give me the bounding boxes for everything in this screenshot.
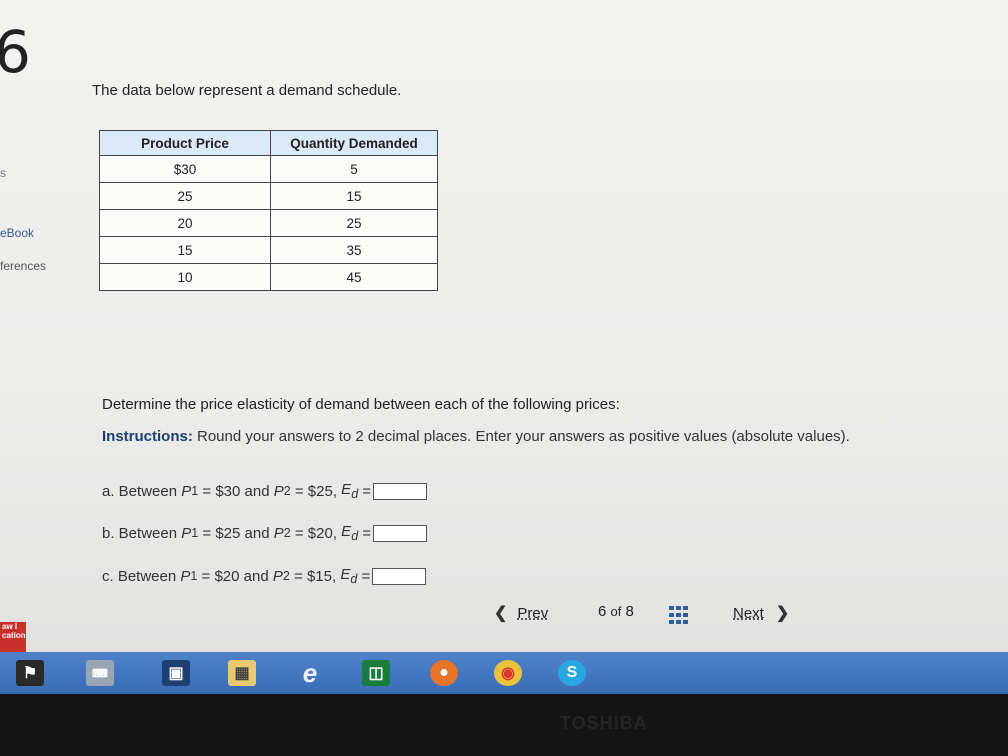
- instructions-text: Round your answers to 2 decimal places. …: [192, 428, 850, 445]
- question-b: b. Between P1 = $25 and P2 = $20, Ed =: [102, 523, 428, 543]
- answer-input-c[interactable]: [372, 567, 427, 585]
- question-number: 6: [0, 18, 31, 86]
- instructions-label: Instructions:: [102, 428, 193, 445]
- table-row: 15 35: [99, 236, 438, 264]
- next-button[interactable]: Next ❯: [733, 603, 789, 623]
- sidebar-item-s[interactable]: s: [0, 166, 6, 180]
- question-prompt: The data below represent a demand schedu…: [92, 82, 402, 99]
- chevron-right-icon: ❯: [775, 605, 790, 622]
- folder-icon[interactable]: ▦: [228, 660, 256, 686]
- table-row: $30 5: [99, 155, 438, 183]
- price-p2: $20: [307, 524, 333, 542]
- question-a: a. Between P1 = $30 and P2 = $25, Ed =: [102, 481, 428, 501]
- price-cell: 25: [99, 182, 271, 210]
- table-row: 20 25: [99, 209, 438, 237]
- header-quantity-demanded: Quantity Demanded: [270, 130, 438, 156]
- price-p1: $20: [214, 567, 240, 585]
- answer-input-a[interactable]: [373, 482, 428, 500]
- price-p1: $30: [215, 482, 241, 500]
- chrome-icon[interactable]: ◉: [494, 660, 522, 686]
- keyboard-icon[interactable]: ⌨: [86, 660, 114, 686]
- demand-schedule-table: Product Price Quantity Demanded $30 5 25…: [99, 130, 438, 291]
- header-product-price: Product Price: [99, 130, 271, 156]
- table-row: 25 15: [99, 182, 438, 210]
- quantity-cell: 25: [270, 209, 438, 237]
- prev-button[interactable]: ❮ Prev: [494, 603, 548, 623]
- price-p1: $25: [215, 524, 241, 542]
- skype-icon[interactable]: S: [558, 660, 586, 686]
- quantity-cell: 5: [270, 155, 438, 183]
- taskbar: ⚑ ⌨ ▣ ▦ e ◫ ● ◉ S: [0, 652, 1008, 694]
- price-cell: 20: [99, 209, 271, 237]
- price-p2: $15: [306, 567, 332, 585]
- store-icon[interactable]: ◫: [362, 660, 390, 686]
- sidebar-item-references[interactable]: ferences: [0, 259, 46, 273]
- price-cell: 10: [99, 263, 271, 291]
- quantity-cell: 15: [270, 182, 438, 210]
- chevron-left-icon: ❮: [494, 605, 508, 622]
- screen-bezel: [0, 694, 1008, 756]
- question-c: c. Between P1 = $20 and P2 = $15, Ed =: [102, 566, 427, 586]
- flag-icon[interactable]: ⚑: [16, 660, 44, 686]
- task-text: Determine the price elasticity of demand…: [102, 396, 620, 413]
- page-indicator: 6 of 8: [598, 603, 634, 620]
- quantity-cell: 35: [270, 236, 438, 264]
- price-cell: $30: [99, 155, 271, 183]
- next-label: Next: [733, 604, 764, 622]
- answer-input-b[interactable]: [373, 524, 428, 542]
- sidebar-item-ebook[interactable]: eBook: [0, 226, 34, 240]
- table-header-row: Product Price Quantity Demanded: [99, 130, 438, 156]
- price-p2: $25: [307, 482, 333, 500]
- ie-icon[interactable]: e: [296, 658, 324, 688]
- instructions: Instructions: Round your answers to 2 de…: [102, 428, 850, 445]
- prev-label: Prev: [517, 604, 549, 622]
- firefox-icon[interactable]: ●: [430, 660, 458, 686]
- quantity-cell: 45: [270, 263, 438, 291]
- price-cell: 15: [99, 236, 271, 264]
- grid-icon[interactable]: [669, 606, 689, 624]
- monitor-icon[interactable]: ▣: [162, 660, 190, 686]
- table-row: 10 45: [99, 263, 438, 291]
- brand-logo: TOSHIBA: [560, 713, 648, 733]
